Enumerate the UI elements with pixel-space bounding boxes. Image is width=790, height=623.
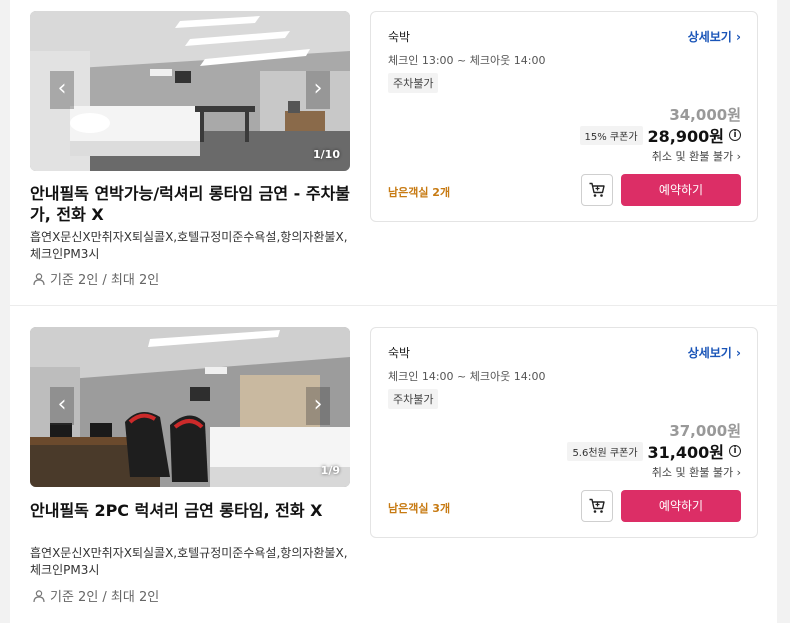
detail-link-label: 상세보기	[687, 346, 732, 360]
chevron-left-icon: ‹	[57, 392, 67, 417]
chevron-right-icon: ›	[736, 30, 741, 44]
capacity-text: 기준 2인 / 최대 2인	[50, 590, 160, 605]
coupon-tag: 15% 쿠폰가	[579, 125, 643, 145]
checkin-times: 체크인 14:00 ~ 체크아웃 14:00	[388, 370, 546, 383]
chevron-right-icon: ›	[736, 150, 741, 163]
parking-badge: 주차불가	[388, 73, 439, 93]
prev-photo-button[interactable]: ‹	[50, 387, 74, 425]
parking-badge: 주차불가	[388, 389, 439, 409]
prev-photo-button[interactable]: ‹	[50, 71, 74, 109]
detail-link[interactable]: 상세보기 ›	[688, 28, 741, 45]
next-photo-button[interactable]: ›	[306, 387, 330, 425]
discount-price-row: 15% 쿠폰가 28,900원 i	[579, 123, 741, 147]
original-price: 34,000원	[669, 106, 741, 124]
refund-policy-label: 취소 및 환불 불가	[651, 466, 734, 479]
add-to-cart-button[interactable]	[581, 490, 613, 522]
final-price: 28,900원	[647, 127, 724, 146]
booking-type: 숙박	[388, 346, 411, 360]
room-photo-image	[30, 327, 350, 487]
chevron-right-icon: ›	[736, 346, 741, 360]
booking-card: 숙박 상세보기 › 체크인 13:00 ~ 체크아웃 14:00 주차불가 34…	[370, 11, 758, 222]
detail-link[interactable]: 상세보기 ›	[688, 344, 741, 361]
photo-counter: 1/10	[313, 148, 340, 161]
room-capacity: 기준 2인 / 최대 2인	[32, 586, 159, 605]
room-name[interactable]: 안내필독 2PC 럭셔리 금연 롱타임, 전화 X	[30, 500, 360, 521]
info-icon[interactable]: i	[729, 129, 741, 141]
cart-icon	[589, 182, 605, 197]
chevron-right-icon: ›	[736, 466, 741, 479]
room-photo[interactable]: ‹ › 1/9	[30, 327, 350, 487]
discount-price-row: 5.6천원 쿠폰가 31,400원 i	[567, 439, 741, 463]
room-photo[interactable]: ‹ › 1/10	[30, 11, 350, 171]
add-to-cart-button[interactable]	[581, 174, 613, 206]
original-price: 37,000원	[669, 422, 741, 440]
refund-policy-label: 취소 및 환불 불가	[651, 150, 734, 163]
book-button[interactable]: 예약하기	[621, 490, 741, 522]
room-name[interactable]: 안내필독 연박가능/럭셔리 롱타임 금연 - 주차불가, 전화 X	[30, 183, 360, 225]
person-icon	[33, 589, 45, 602]
room-description: 흡연X문신X만취자X퇴실콜X,호텔규정미준수욕설,항의자환불X,체크인PM3시	[30, 230, 348, 261]
room-divider	[10, 305, 777, 306]
next-photo-button[interactable]: ›	[306, 71, 330, 109]
rooms-left: 남은객실 2개	[388, 186, 451, 199]
checkin-times: 체크인 13:00 ~ 체크아웃 14:00	[388, 54, 546, 67]
chevron-right-icon: ›	[313, 76, 323, 101]
photo-counter: 1/9	[320, 464, 340, 477]
person-icon	[33, 272, 45, 285]
chevron-left-icon: ‹	[57, 76, 67, 101]
capacity-text: 기준 2인 / 최대 2인	[50, 273, 160, 288]
booking-card: 숙박 상세보기 › 체크인 14:00 ~ 체크아웃 14:00 주차불가 37…	[370, 327, 758, 538]
room-description: 흡연X문신X만취자X퇴실콜X,호텔규정미준수욕설,항의자환불X,체크인PM3시	[30, 546, 348, 577]
final-price: 31,400원	[647, 443, 724, 462]
refund-policy-link[interactable]: 취소 및 환불 불가 ›	[652, 148, 741, 164]
book-button[interactable]: 예약하기	[621, 174, 741, 206]
cart-icon	[589, 498, 605, 513]
coupon-tag: 5.6천원 쿠폰가	[567, 441, 643, 461]
detail-link-label: 상세보기	[687, 30, 732, 44]
info-icon[interactable]: i	[729, 445, 741, 457]
room-capacity: 기준 2인 / 최대 2인	[32, 269, 159, 288]
refund-policy-link[interactable]: 취소 및 환불 불가 ›	[652, 464, 741, 480]
rooms-left: 남은객실 3개	[388, 502, 451, 515]
chevron-right-icon: ›	[313, 392, 323, 417]
room-photo-image	[30, 11, 350, 171]
booking-type: 숙박	[388, 30, 411, 44]
